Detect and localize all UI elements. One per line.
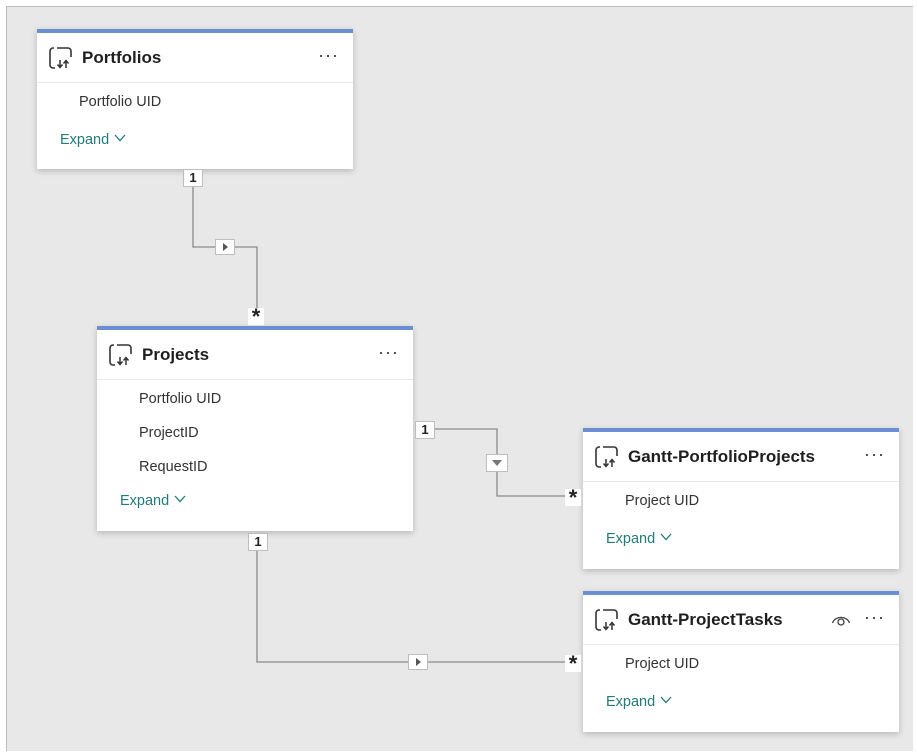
field-projectid[interactable]: ProjectID: [97, 416, 413, 450]
table-icon: [49, 46, 72, 69]
cardinality-one-label: 1: [415, 421, 435, 439]
table-title: Gantt-PortfolioProjects: [628, 446, 816, 466]
cardinality-one-label: 1: [183, 169, 203, 187]
field-portfolio-uid[interactable]: Portfolio UID: [97, 382, 413, 416]
table-header[interactable]: Gantt-PortfolioProjects ···: [583, 432, 899, 482]
filter-direction-down-icon[interactable]: [486, 454, 508, 472]
table-header[interactable]: Gantt-ProjectTasks ···: [583, 595, 899, 645]
table-icon: [109, 343, 132, 366]
cardinality-many-label: *: [248, 306, 264, 328]
table-icon: [595, 445, 618, 468]
expand-label: Expand: [120, 493, 170, 509]
chevron-down-icon: [114, 134, 126, 142]
expand-button[interactable]: Expand: [37, 125, 126, 155]
chevron-down-icon: [174, 495, 186, 503]
expand-button[interactable]: Expand: [97, 486, 186, 516]
table-icon: [595, 608, 618, 631]
more-options-button[interactable]: ···: [864, 444, 885, 465]
expand-label: Expand: [606, 694, 656, 710]
chevron-down-icon: [660, 696, 672, 704]
table-card-gantt-portfolioprojects[interactable]: Gantt-PortfolioProjects ··· Project UID …: [583, 428, 899, 569]
cardinality-many-label: *: [565, 653, 581, 675]
field-project-uid[interactable]: Project UID: [583, 647, 899, 681]
more-options-button[interactable]: ···: [864, 607, 885, 628]
field-project-uid[interactable]: Project UID: [583, 484, 899, 518]
model-canvas[interactable]: Portfolios ··· Portfolio UID Expand Proj…: [6, 6, 913, 751]
table-card-portfolios[interactable]: Portfolios ··· Portfolio UID Expand: [37, 29, 353, 169]
table-card-gantt-projecttasks[interactable]: Gantt-ProjectTasks ··· Project UID Expan…: [583, 591, 899, 732]
eye-icon[interactable]: [831, 612, 851, 626]
filter-direction-right-icon[interactable]: [215, 239, 235, 255]
expand-label: Expand: [60, 132, 110, 148]
cardinality-one-label: 1: [248, 533, 268, 551]
expand-button[interactable]: Expand: [583, 524, 672, 554]
more-options-button[interactable]: ···: [318, 45, 339, 66]
table-header[interactable]: Portfolios ···: [37, 33, 353, 83]
chevron-down-icon: [660, 533, 672, 541]
table-title: Gantt-ProjectTasks: [628, 609, 783, 629]
expand-button[interactable]: Expand: [583, 687, 672, 717]
table-title: Portfolios: [82, 47, 162, 67]
expand-label: Expand: [606, 531, 656, 547]
table-header[interactable]: Projects ···: [97, 330, 413, 380]
table-card-projects[interactable]: Projects ··· Portfolio UID ProjectID Req…: [97, 326, 413, 531]
field-portfolio-uid[interactable]: Portfolio UID: [37, 85, 353, 119]
cardinality-many-label: *: [565, 487, 581, 509]
relationship-line-projects-projecttasks: [256, 542, 575, 663]
filter-direction-right-icon[interactable]: [408, 654, 428, 670]
more-options-button[interactable]: ···: [378, 342, 399, 363]
field-requestid[interactable]: RequestID: [97, 450, 413, 484]
table-title: Projects: [142, 344, 210, 364]
